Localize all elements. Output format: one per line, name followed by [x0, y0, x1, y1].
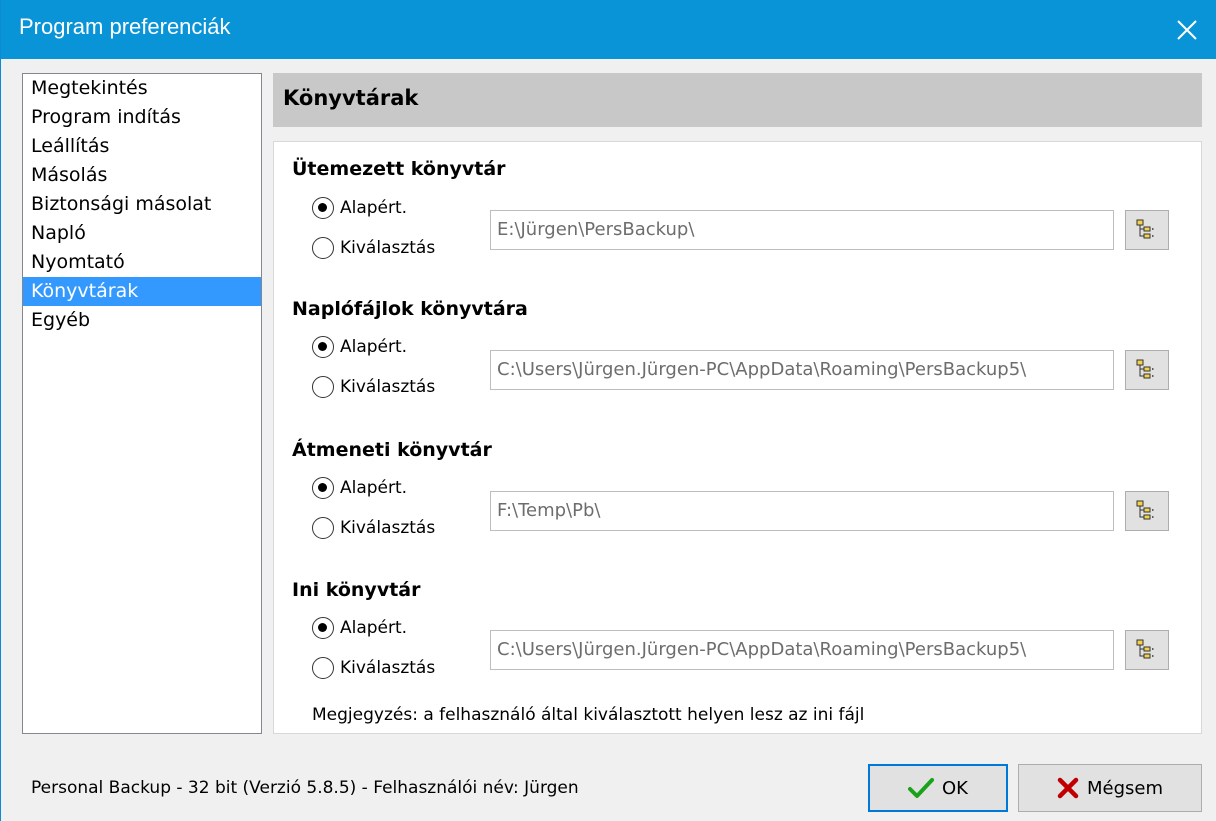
radio-label: Alapért. — [340, 618, 408, 638]
title-bar: Program preferenciák — [1, 0, 1216, 59]
radio-circle — [312, 517, 334, 539]
category-list[interactable]: Megtekintés Program indítás Leállítás Má… — [22, 73, 262, 734]
sidebar-item-program-inditas[interactable]: Program indítás — [23, 103, 261, 132]
radio-label: Alapért. — [340, 337, 408, 357]
radio-circle — [312, 617, 334, 639]
sidebar-item-nyomtato[interactable]: Nyomtató — [23, 248, 261, 277]
ini-note: Megjegyzés: a felhasználó által kiválasz… — [312, 705, 865, 725]
panel-content: Ütemezett könyvtár Alapért. Kiválasztás … — [273, 141, 1202, 734]
radio-default[interactable]: Alapért. — [312, 475, 407, 501]
radio-select[interactable]: Kiválasztás — [312, 655, 435, 681]
panel-title: Könyvtárak — [283, 86, 419, 110]
ok-button[interactable]: OK — [868, 764, 1008, 812]
radio-select[interactable]: Kiválasztás — [312, 374, 435, 400]
x-icon — [1057, 777, 1079, 799]
window-title: Program preferenciák — [19, 14, 231, 39]
radio-label: Kiválasztás — [340, 377, 436, 397]
browse-button[interactable] — [1125, 630, 1169, 670]
section-log-directory: Naplófájlok könyvtára Alapért. Kiválaszt… — [274, 298, 1203, 428]
sidebar-item-biztonsagi-masolat[interactable]: Biztonsági másolat — [23, 190, 261, 219]
preferences-window: Program preferenciák Megtekintés Program… — [0, 0, 1216, 821]
radio-label: Alapért. — [340, 478, 408, 498]
radio-circle — [312, 197, 334, 219]
sidebar-item-masolas[interactable]: Másolás — [23, 161, 261, 190]
sidebar-item-leallitas[interactable]: Leállítás — [23, 132, 261, 161]
section-title: Ütemezett könyvtár — [292, 158, 506, 180]
radio-circle — [312, 336, 334, 358]
browse-button[interactable] — [1125, 350, 1169, 390]
radio-default[interactable]: Alapért. — [312, 334, 407, 360]
radio-select[interactable]: Kiválasztás — [312, 515, 435, 541]
path-field[interactable]: F:\Temp\Pb\ — [490, 491, 1114, 531]
close-icon — [1177, 19, 1197, 40]
settings-panel: Könyvtárak Ütemezett könyvtár Alapért. K… — [273, 73, 1202, 734]
section-scheduled-directory: Ütemezett könyvtár Alapért. Kiválasztás … — [274, 158, 1203, 288]
status-text: Personal Backup - 32 bit (Verzió 5.8.5) … — [31, 778, 579, 798]
section-title: Ini könyvtár — [292, 579, 421, 601]
radio-circle — [312, 237, 334, 259]
radio-label: Kiválasztás — [340, 238, 436, 258]
path-field[interactable]: E:\Jürgen\PersBackup\ — [490, 210, 1114, 250]
folder-tree-icon — [1136, 639, 1155, 659]
folder-tree-icon — [1136, 359, 1155, 379]
panel-header: Könyvtárak — [273, 73, 1202, 127]
ok-label: OK — [942, 777, 968, 799]
radio-circle — [312, 477, 334, 499]
close-button[interactable] — [1157, 0, 1216, 59]
radio-label: Kiválasztás — [340, 518, 436, 538]
radio-label: Alapért. — [340, 198, 408, 218]
radio-default[interactable]: Alapért. — [312, 195, 407, 221]
browse-button[interactable] — [1125, 491, 1169, 531]
radio-circle — [312, 657, 334, 679]
sidebar-item-naplo[interactable]: Napló — [23, 219, 261, 248]
path-field[interactable]: C:\Users\Jürgen.Jürgen-PC\AppData\Roamin… — [490, 350, 1114, 390]
browse-button[interactable] — [1125, 210, 1169, 250]
section-ini-directory: Ini könyvtár Alapért. Kiválasztás C:\Use… — [274, 579, 1203, 709]
radio-select[interactable]: Kiválasztás — [312, 235, 435, 261]
section-title: Naplófájlok könyvtára — [292, 298, 528, 320]
sidebar-item-egyeb[interactable]: Egyéb — [23, 306, 261, 335]
radio-label: Kiválasztás — [340, 658, 436, 678]
radio-circle — [312, 376, 334, 398]
cancel-label: Mégsem — [1086, 777, 1164, 799]
folder-tree-icon — [1136, 500, 1155, 520]
checkmark-icon — [908, 778, 934, 798]
folder-tree-icon — [1136, 219, 1155, 239]
section-title: Átmeneti könyvtár — [292, 439, 492, 461]
sidebar-item-megtekintes[interactable]: Megtekintés — [23, 74, 261, 103]
radio-default[interactable]: Alapért. — [312, 615, 407, 641]
sidebar-item-konyvtarak[interactable]: Könyvtárak — [23, 277, 261, 306]
path-field[interactable]: C:\Users\Jürgen.Jürgen-PC\AppData\Roamin… — [490, 630, 1114, 670]
section-temp-directory: Átmeneti könyvtár Alapért. Kiválasztás F… — [274, 439, 1203, 569]
cancel-button[interactable]: Mégsem — [1018, 764, 1202, 812]
